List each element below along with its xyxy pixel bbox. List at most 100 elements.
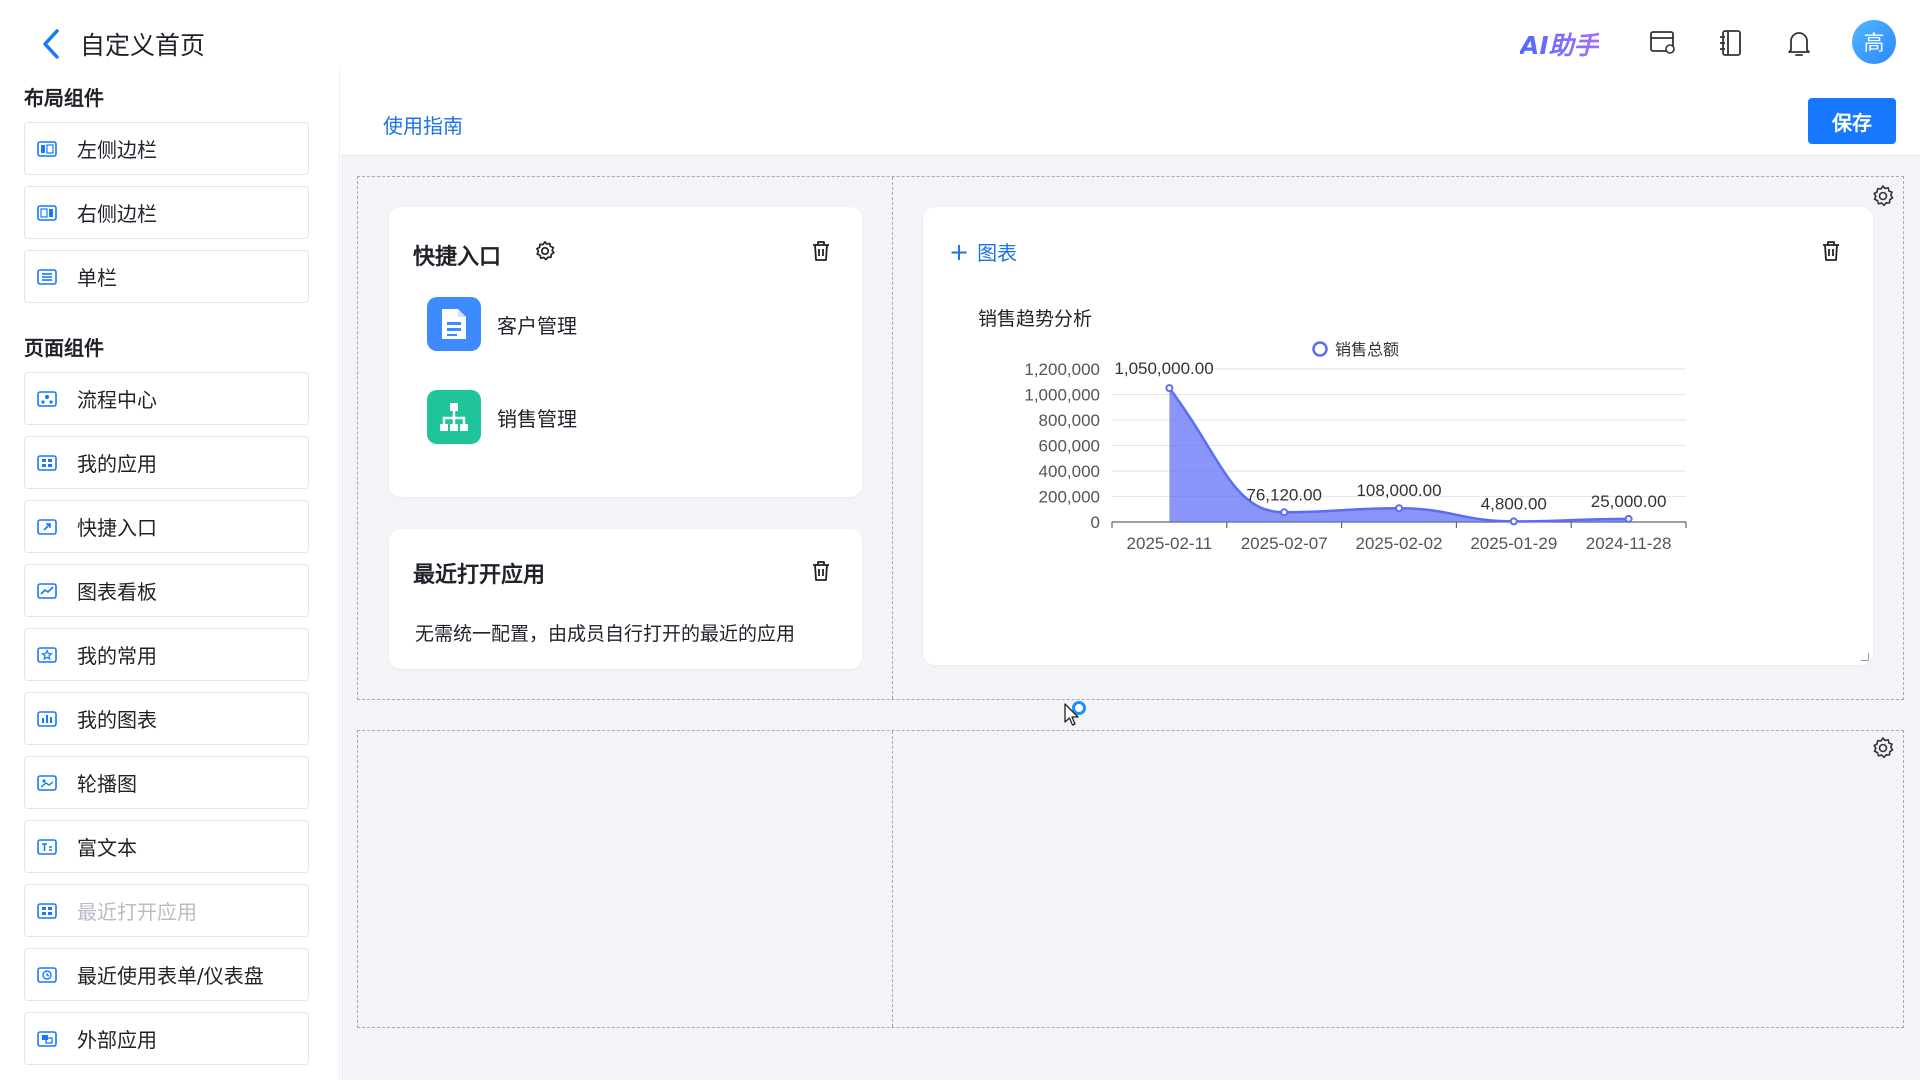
browser-settings-icon	[1650, 31, 1675, 54]
layout-row-1[interactable]: 快捷入口 客户管理 销售管理 最近打开应用 无需统一配置，由成员自行打开的最近的…	[357, 176, 1904, 700]
shortcut-item-sales[interactable]: 销售管理	[427, 390, 577, 444]
x-tick-label: 2025-02-11	[1127, 534, 1213, 553]
shortcut-delete-button[interactable]	[809, 239, 833, 263]
resize-handle[interactable]	[1861, 653, 1869, 661]
shortcut-settings-button[interactable]	[533, 239, 557, 263]
row-settings-button[interactable]	[1870, 183, 1896, 209]
sidebar-item-label: 快捷入口	[77, 516, 157, 540]
process-icon	[37, 390, 57, 408]
document-icon	[427, 297, 481, 351]
legend-label: 销售总额	[1335, 341, 1399, 359]
y-tick-label: 0	[1091, 513, 1100, 532]
sidebar-item-recent-forms[interactable]: 最近使用表单/仪表盘	[24, 948, 309, 1001]
sidebar-item-my-charts[interactable]: 我的图表	[24, 692, 309, 745]
save-button[interactable]: 保存	[1808, 98, 1896, 144]
recent-apps-title: 最近打开应用	[413, 563, 546, 588]
sidebar-item-favorites[interactable]: 我的常用	[24, 628, 309, 681]
recent-apps-card[interactable]: 最近打开应用 无需统一配置，由成员自行打开的最近的应用	[389, 529, 862, 669]
layout-row-2[interactable]	[357, 730, 1904, 1028]
shortcut-icon	[37, 518, 57, 536]
sidebar-item-label: 最近使用表单/仪表盘	[77, 964, 264, 988]
data-label: 108,000.00	[1356, 481, 1441, 500]
legend-marker	[1312, 341, 1328, 357]
y-tick-label: 600,000	[1039, 437, 1100, 456]
chart-board-icon	[37, 582, 57, 600]
preview-settings-button[interactable]	[1646, 26, 1680, 60]
sidebar-item-label: 右侧边栏	[77, 202, 157, 226]
bar-chart-icon	[37, 710, 57, 728]
sidebar-item-carousel[interactable]: 轮播图	[24, 756, 309, 809]
sidebar-item-label: 最近打开应用	[77, 900, 197, 924]
sidebar-item-label: 图表看板	[77, 580, 157, 604]
apps-icon	[37, 454, 57, 472]
sidebar-item-right-sidebar[interactable]: 右侧边栏	[24, 186, 309, 239]
data-point	[1395, 504, 1403, 513]
shortcut-card-title: 快捷入口	[413, 245, 502, 270]
row-settings-button[interactable]	[1870, 735, 1896, 761]
gear-icon	[1873, 737, 1894, 759]
notebook-button[interactable]	[1714, 26, 1748, 60]
chart-card[interactable]: + 图表 销售趋势分析 销售总额 0 200,000 400,000 600,000 80…	[923, 207, 1873, 665]
right-sidebar-icon	[37, 204, 57, 222]
data-label: 4,800.00	[1481, 494, 1547, 513]
clock-icon	[37, 966, 57, 984]
sidebar-item-label: 流程中心	[77, 388, 157, 412]
y-tick-label: 1,200,000	[1024, 360, 1100, 379]
canvas-toolbar: 使用指南 保存	[341, 86, 1920, 156]
sidebar-item-shortcut[interactable]: 快捷入口	[24, 500, 309, 553]
gear-icon	[1873, 185, 1894, 207]
usage-guide-link[interactable]: 使用指南	[383, 110, 463, 139]
sidebar-item-chart-board[interactable]: 图表看板	[24, 564, 309, 617]
data-point	[1280, 508, 1289, 517]
sidebar-item-label: 我的图表	[77, 708, 157, 732]
bell-icon	[1788, 32, 1810, 56]
column-divider	[892, 731, 893, 1027]
rich-text-icon	[37, 838, 57, 856]
column-divider	[892, 177, 893, 699]
page-section-title: 页面组件	[24, 336, 104, 360]
y-tick-label: 400,000	[1039, 462, 1100, 481]
y-tick-label: 200,000	[1039, 488, 1100, 507]
carousel-icon	[37, 774, 57, 792]
ai-assistant-button[interactable]: AI助手	[1520, 26, 1599, 62]
sidebar-item-label: 富文本	[77, 836, 137, 860]
sidebar-item-external-apps[interactable]: 外部应用	[24, 1012, 309, 1065]
sidebar-item-label: 单栏	[77, 266, 117, 290]
x-tick-label: 2024-11-28	[1586, 534, 1672, 553]
single-column-icon	[37, 268, 57, 286]
data-label: 76,120.00	[1246, 485, 1322, 504]
sidebar-item-label: 左侧边栏	[77, 138, 157, 162]
sidebar-item-recent-apps[interactable]: 最近打开应用	[24, 884, 309, 937]
series-area	[1169, 388, 1629, 522]
notebook-icon	[1720, 30, 1741, 56]
shortcut-item-customer[interactable]: 客户管理	[427, 297, 577, 351]
back-button[interactable]	[36, 24, 66, 64]
data-label: 25,000.00	[1591, 492, 1667, 511]
recent-apps-icon	[37, 902, 57, 920]
sidebar-item-process-center[interactable]: 流程中心	[24, 372, 309, 425]
y-tick-label: 800,000	[1039, 411, 1100, 430]
data-label: 1,050,000.00	[1114, 359, 1213, 378]
shortcut-card[interactable]: 快捷入口 客户管理 销售管理	[389, 207, 862, 497]
user-avatar[interactable]: 高	[1852, 20, 1896, 64]
recent-apps-delete-button[interactable]	[809, 559, 833, 583]
sidebar-item-single-column[interactable]: 单栏	[24, 250, 309, 303]
page-title: 自定义首页	[80, 31, 206, 60]
recent-apps-description: 无需统一配置，由成员自行打开的最近的应用	[415, 623, 796, 645]
sidebar-item-label: 我的应用	[77, 452, 157, 476]
data-point	[1509, 517, 1518, 526]
sidebar-item-label: 我的常用	[77, 644, 157, 668]
layout-section-title: 布局组件	[24, 86, 104, 110]
sidebar-item-left-sidebar[interactable]: 左侧边栏	[24, 122, 309, 175]
star-icon	[37, 646, 57, 664]
component-sidebar: 布局组件 左侧边栏 右侧边栏 单栏 页面组件 流程中心 我的应用 快捷入口 图表…	[0, 70, 340, 1080]
sidebar-item-rich-text[interactable]: 富文本	[24, 820, 309, 873]
chevron-left-icon	[43, 29, 59, 59]
notifications-button[interactable]	[1782, 26, 1816, 60]
trash-icon	[813, 561, 829, 581]
sidebar-item-my-apps[interactable]: 我的应用	[24, 436, 309, 489]
x-tick-label: 2025-01-29	[1470, 534, 1557, 553]
shortcut-label: 销售管理	[497, 406, 577, 431]
sidebar-item-label: 外部应用	[77, 1028, 157, 1052]
x-tick-label: 2025-02-02	[1356, 534, 1443, 553]
